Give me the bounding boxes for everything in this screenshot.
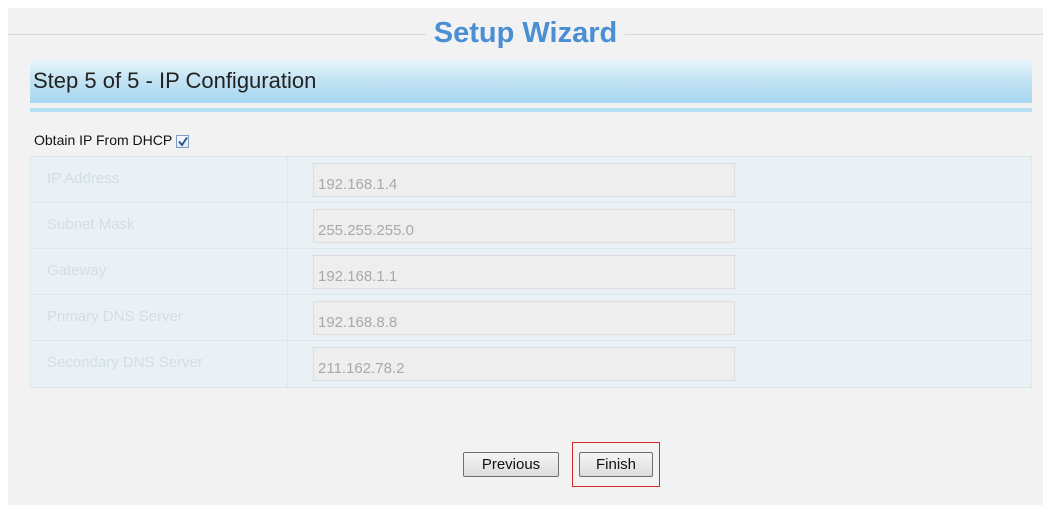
subnet-mask-row: Subnet Mask xyxy=(31,203,1031,249)
ip-config-table: IP Address Subnet Mask Gateway Primary D… xyxy=(30,156,1032,388)
page-title: Setup Wizard xyxy=(8,16,1043,50)
dhcp-row: Obtain IP From DHCP xyxy=(34,130,190,150)
primary-dns-row: Primary DNS Server xyxy=(31,295,1031,341)
ip-address-label: IP Address xyxy=(47,170,120,187)
dhcp-checkbox[interactable] xyxy=(176,134,190,148)
finish-highlight-box: Finish xyxy=(572,442,660,487)
subnet-mask-label: Subnet Mask xyxy=(47,216,135,233)
dhcp-label: Obtain IP From DHCP xyxy=(34,132,173,148)
gateway-input[interactable] xyxy=(313,255,735,289)
secondary-dns-row: Secondary DNS Server xyxy=(31,341,1031,387)
previous-button[interactable]: Previous xyxy=(463,452,559,477)
primary-dns-label: Primary DNS Server xyxy=(47,308,183,325)
gateway-row: Gateway xyxy=(31,249,1031,295)
wizard-buttons: Previous Finish xyxy=(463,442,660,487)
title-row: Setup Wizard xyxy=(8,17,1043,49)
gateway-label: Gateway xyxy=(47,262,107,279)
checkmark-icon xyxy=(178,136,188,146)
ip-address-row: IP Address xyxy=(31,157,1031,203)
secondary-dns-label: Secondary DNS Server xyxy=(47,354,203,371)
step-header-underline xyxy=(30,108,1032,112)
step-title: Step 5 of 5 - IP Configuration xyxy=(33,68,317,93)
subnet-mask-input[interactable] xyxy=(313,209,735,243)
primary-dns-input[interactable] xyxy=(313,301,735,335)
finish-button[interactable]: Finish xyxy=(579,452,653,477)
page-title-text: Setup Wizard xyxy=(425,17,626,49)
step-header-bar: Step 5 of 5 - IP Configuration xyxy=(30,60,1032,103)
ip-address-input[interactable] xyxy=(313,163,735,197)
secondary-dns-input[interactable] xyxy=(313,347,735,381)
